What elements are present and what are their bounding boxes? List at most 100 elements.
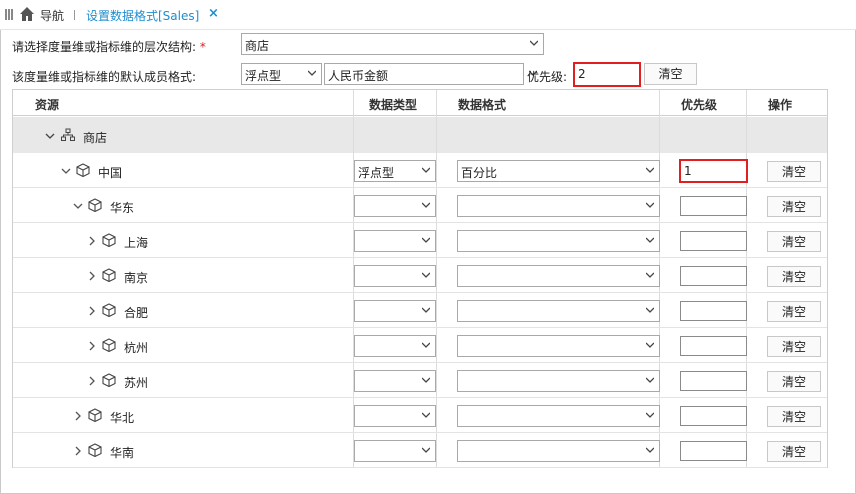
required-mark: * — [199, 40, 206, 54]
default-type-select[interactable]: 浮点型 — [241, 63, 322, 85]
row-type-select[interactable] — [354, 440, 436, 462]
chevron-down-icon[interactable] — [61, 166, 71, 176]
chevron-right-icon[interactable] — [87, 341, 97, 351]
tab-separator — [74, 10, 75, 20]
chevron-down-icon — [422, 342, 430, 348]
resource-name: 苏州 — [124, 376, 149, 390]
default-clear-button[interactable]: 清空 — [644, 63, 697, 85]
row-divider — [13, 222, 827, 223]
resource-name: 上海 — [124, 236, 149, 250]
cube-icon — [102, 338, 116, 352]
row-priority-input[interactable]: 1 — [679, 159, 748, 183]
row-format-select[interactable] — [457, 405, 660, 427]
default-priority-input[interactable]: 2 — [573, 62, 641, 87]
group-label: 商店 — [83, 131, 108, 145]
row-divider — [13, 327, 827, 328]
default-format-select[interactable]: 人民币金额 — [324, 63, 537, 85]
chevron-down-icon[interactable] — [73, 201, 83, 211]
row-clear-button[interactable]: 清空 — [767, 231, 821, 252]
row-priority-input[interactable] — [680, 231, 747, 251]
chevron-right-icon[interactable] — [87, 236, 97, 246]
chevron-down-icon — [308, 70, 316, 76]
row-clear-button[interactable]: 清空 — [767, 336, 821, 357]
row-type-select[interactable] — [354, 335, 436, 357]
grip-icon[interactable] — [5, 9, 13, 20]
chevron-down-icon — [646, 342, 654, 348]
header-data-format: 数据格式 — [436, 90, 659, 116]
row-type-select[interactable] — [354, 195, 436, 217]
row-divider — [13, 187, 827, 188]
row-clear-button[interactable]: 清空 — [767, 196, 821, 217]
home-icon[interactable] — [19, 6, 35, 22]
header-priority: 优先级 — [659, 90, 746, 116]
hierarchy-select[interactable]: 商店 — [241, 33, 544, 55]
chevron-right-icon[interactable] — [87, 271, 97, 281]
cube-icon — [102, 303, 116, 317]
row-clear-button[interactable]: 清空 — [767, 406, 821, 427]
chevron-down-icon — [422, 412, 430, 418]
chevron-down-icon[interactable] — [45, 131, 55, 141]
chevron-right-icon[interactable] — [87, 376, 97, 386]
nav-tab[interactable]: 导航 — [40, 7, 64, 24]
hierarchy-select-value: 商店 — [245, 39, 270, 53]
resource-name: 华东 — [110, 201, 135, 215]
row-type-select[interactable] — [354, 405, 436, 427]
default-format-label: 该度量维或指标维的默认成员格式: — [12, 70, 197, 84]
row-format-select[interactable] — [457, 440, 660, 462]
chevron-down-icon — [646, 307, 654, 313]
chevron-down-icon — [646, 447, 654, 453]
chevron-down-icon — [646, 412, 654, 418]
row-priority-input[interactable] — [680, 406, 747, 426]
row-format-select[interactable] — [457, 300, 660, 322]
chevron-right-icon[interactable] — [73, 446, 83, 456]
cube-icon — [88, 408, 102, 422]
row-clear-button[interactable]: 清空 — [767, 161, 821, 182]
column-divider — [436, 90, 437, 467]
row-format-value: 百分比 — [461, 166, 498, 180]
row-priority-input[interactable] — [680, 336, 747, 356]
resource-name: 合肥 — [124, 306, 149, 320]
row-type-select[interactable] — [354, 230, 436, 252]
row-type-select[interactable]: 浮点型 — [354, 160, 436, 182]
row-format-select[interactable] — [457, 335, 660, 357]
format-table: 资源 数据类型 数据格式 优先级 操作 商店 中国 浮点型 百分比 1 清空 华东 清空 上海… — [12, 89, 828, 468]
close-icon[interactable]: × — [208, 6, 219, 21]
cube-icon — [102, 233, 116, 247]
row-divider — [13, 292, 827, 293]
row-clear-button[interactable]: 清空 — [767, 266, 821, 287]
header-resource: 资源 — [13, 90, 353, 116]
row-clear-button[interactable]: 清空 — [767, 371, 821, 392]
row-clear-button[interactable]: 清空 — [767, 441, 821, 462]
row-priority-input[interactable] — [680, 196, 747, 216]
chevron-right-icon[interactable] — [73, 411, 83, 421]
row-divider — [13, 397, 827, 398]
row-format-select[interactable] — [457, 230, 660, 252]
row-clear-button[interactable]: 清空 — [767, 301, 821, 322]
header-actions: 操作 — [746, 90, 827, 116]
row-priority-input[interactable] — [680, 301, 747, 321]
row-format-select[interactable] — [457, 195, 660, 217]
resource-name: 华南 — [110, 446, 135, 460]
cube-icon — [102, 268, 116, 282]
chevron-down-icon — [646, 272, 654, 278]
resource-name: 南京 — [124, 271, 149, 285]
chevron-down-icon — [422, 447, 430, 453]
row-type-select[interactable] — [354, 265, 436, 287]
hierarchy-label: 请选择度量维或指标维的层次结构: * — [12, 38, 206, 55]
default-format-value: 人民币金额 — [328, 69, 389, 83]
priority-label: 优先级: — [527, 70, 568, 84]
row-format-select[interactable] — [457, 370, 660, 392]
row-format-select[interactable] — [457, 265, 660, 287]
row-type-select[interactable] — [354, 300, 436, 322]
row-priority-input[interactable] — [680, 266, 747, 286]
row-type-select[interactable] — [354, 370, 436, 392]
chevron-right-icon[interactable] — [87, 306, 97, 316]
chevron-down-icon — [422, 272, 430, 278]
row-priority-input[interactable] — [680, 371, 747, 391]
chevron-down-icon — [422, 377, 430, 383]
row-format-select[interactable]: 百分比 — [457, 160, 660, 182]
row-divider — [13, 467, 827, 468]
resource-name: 杭州 — [124, 341, 149, 355]
row-priority-input[interactable] — [680, 441, 747, 461]
tab-set-data-format[interactable]: 设置数据格式[Sales] — [86, 7, 199, 24]
